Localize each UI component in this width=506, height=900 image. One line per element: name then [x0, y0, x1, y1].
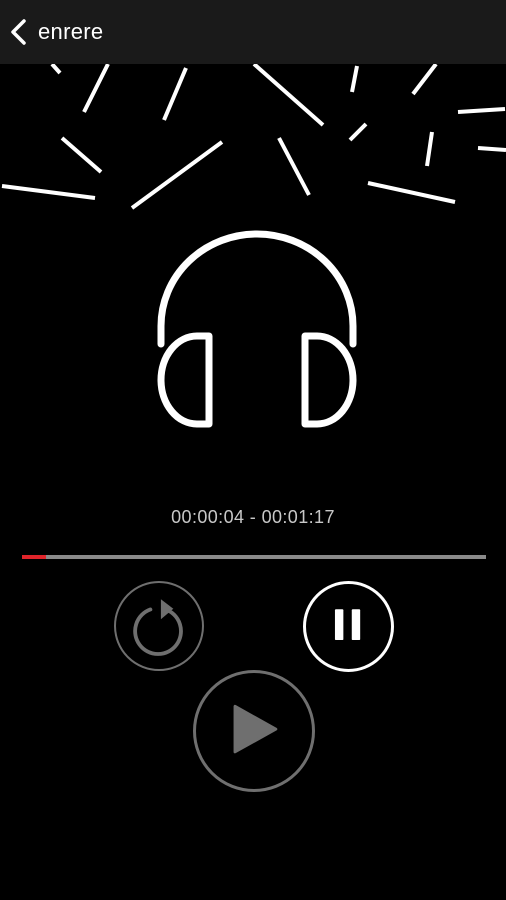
play-icon [233, 704, 278, 754]
top-bar: enrere [0, 0, 506, 64]
replay-icon [133, 599, 183, 656]
pause-button[interactable] [303, 581, 394, 672]
replay-button[interactable] [114, 581, 204, 671]
progress-fill [22, 555, 47, 559]
progress-bar[interactable] [22, 555, 486, 559]
time-display: 00:00:04 - 00:01:17 [171, 507, 335, 527]
back-label: enrere [38, 19, 104, 44]
decorative-lines [1, 64, 506, 210]
back-button[interactable]: enrere [8, 14, 103, 50]
pause-icon [334, 609, 361, 641]
play-button[interactable] [193, 670, 315, 792]
chevron-left-icon [11, 19, 26, 45]
headphones-icon [157, 230, 357, 428]
